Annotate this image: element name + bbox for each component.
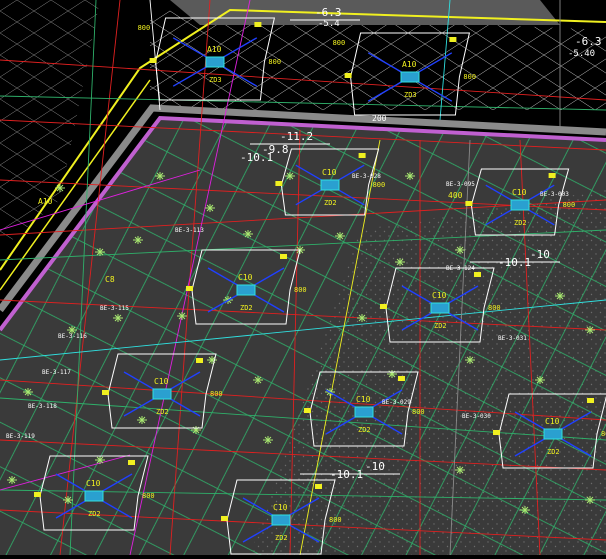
- tag-label: BE-3-119: [6, 433, 35, 440]
- tag-label: BE-3-115: [100, 305, 129, 312]
- elevation-label: -10.1: [240, 151, 273, 164]
- pile-cap-code: ZD2: [358, 426, 371, 434]
- pile-cap-marker: [102, 390, 109, 395]
- tag-label: BE-3-003: [540, 191, 569, 198]
- pile-cap-marker: [304, 408, 311, 413]
- pile-cap-width: 800: [329, 516, 342, 524]
- pile-cap-width: 800: [412, 408, 425, 416]
- pile-cap-code: ZD2: [240, 304, 253, 312]
- elevation-label: -6.3: [315, 6, 342, 19]
- pile-cap-marker: [449, 37, 457, 42]
- side-label: A10: [38, 197, 53, 206]
- pile-cap-code: ZD2: [514, 219, 527, 227]
- pile-cap-marker: [493, 430, 500, 435]
- pile-cap-type: C10: [86, 479, 101, 488]
- pile-cap-marker: [196, 358, 203, 363]
- pile-cap-type: A10: [402, 60, 417, 69]
- pile-cap-type: C10: [432, 291, 447, 300]
- pile-cap-code: ZD3: [209, 76, 222, 84]
- pile-cap-center: [320, 179, 340, 191]
- pile-cap-marker: [34, 492, 41, 497]
- pile-cap-center: [543, 428, 563, 440]
- pile-cap-width: 800: [601, 430, 606, 438]
- tag-label: BE-3-030: [462, 413, 491, 420]
- tag-label: BE-3-095: [446, 181, 475, 188]
- cad-viewport[interactable]: A10 ZD3 800 800 A10 ZD3 800 800 C10 ZD2 800 C10 ZD2 8…: [0, 0, 606, 556]
- pile-cap-center: [236, 284, 256, 296]
- pile-cap-marker: [275, 181, 283, 186]
- pile-cap-type: C10: [512, 188, 527, 197]
- pile-cap-marker: [128, 460, 135, 465]
- pile-cap-marker: [280, 254, 287, 259]
- tag-label: BE-3-118: [28, 403, 57, 410]
- pile-cap-code: ZD2: [156, 408, 169, 416]
- pile-cap-marker: [358, 153, 366, 158]
- pile-cap-code: ZD2: [324, 199, 337, 207]
- pile-cap-marker: [465, 201, 473, 206]
- pile-cap-width: 800: [294, 286, 307, 294]
- pile-cap-type: C10: [356, 395, 371, 404]
- pile-cap-code: ZD2: [547, 448, 560, 456]
- pile-cap-width: 800: [463, 73, 476, 81]
- upper-slab: [170, 0, 560, 25]
- pile-cap-width: 800: [268, 58, 281, 66]
- pile-cap-code: ZD2: [434, 322, 447, 330]
- dimension-label: 200: [372, 114, 387, 123]
- pile-cap-marker: [474, 272, 481, 277]
- elevation-label: -5.40: [568, 49, 595, 59]
- tag-label: BE-3-117: [42, 369, 71, 376]
- pile-cap-center: [271, 514, 291, 526]
- pile-cap-marker: [254, 22, 262, 27]
- pile-cap-center: [400, 71, 420, 83]
- elevation-label: -10: [530, 248, 550, 261]
- tag-label: BE-3-029: [382, 399, 411, 406]
- pile-cap-type: C10: [322, 168, 337, 177]
- pile-cap-marker: [344, 73, 352, 78]
- pile-cap-marker: [548, 173, 556, 178]
- tag-label: BE-3-031: [498, 335, 527, 342]
- pile-cap-width: 800: [563, 201, 576, 209]
- pile-cap-marker: [587, 398, 594, 403]
- pile-cap-type: C10: [273, 503, 288, 512]
- pile-cap-height: 800: [138, 24, 151, 32]
- pile-cap-center: [354, 406, 374, 418]
- pile-cap-marker: [221, 516, 228, 521]
- pile-cap-marker: [398, 376, 405, 381]
- pile-cap-type: C10: [545, 417, 560, 426]
- elevation-label: -5.4: [318, 19, 340, 29]
- pile-cap-width: 800: [210, 390, 223, 398]
- pile-cap-width: 800: [142, 492, 155, 500]
- tag-label: BE-3-116: [58, 333, 87, 340]
- pile-cap-type: C10: [154, 377, 169, 386]
- pile-cap-code: ZD2: [275, 534, 288, 542]
- pile-cap-width: 800: [373, 181, 386, 189]
- cad-drawing-canvas[interactable]: A10 ZD3 800 800 A10 ZD3 800 800 C10 ZD2 800 C10 ZD2 8…: [0, 0, 606, 556]
- pile-cap-width: 800: [488, 304, 501, 312]
- pile-cap-center: [205, 56, 225, 68]
- elevation-label: -10: [365, 460, 385, 473]
- pile-cap-marker: [380, 304, 387, 309]
- pile-cap-code: ZD2: [88, 510, 101, 518]
- elevation-label: -6.3: [575, 35, 602, 48]
- dimension-label: 400: [448, 191, 463, 200]
- pile-cap-code: ZD3: [404, 91, 417, 99]
- side-label: C8: [105, 275, 115, 284]
- tag-label: BE-3-028: [352, 173, 381, 180]
- pile-cap-marker: [186, 286, 193, 291]
- pile-cap-height: 800: [333, 39, 346, 47]
- elevation-label: -11.2: [280, 130, 313, 143]
- pile-cap-marker: [149, 58, 157, 63]
- pile-cap-center: [510, 199, 530, 211]
- pile-cap-center: [84, 490, 104, 502]
- pile-cap-center: [430, 302, 450, 314]
- tag-label: BE-3-124: [446, 265, 475, 272]
- pile-cap-type: C10: [238, 273, 253, 282]
- pile-cap-center: [152, 388, 172, 400]
- pile-cap-type: A10: [207, 45, 222, 54]
- pile-cap-marker: [315, 484, 322, 489]
- tag-label: BE-3-113: [175, 227, 204, 234]
